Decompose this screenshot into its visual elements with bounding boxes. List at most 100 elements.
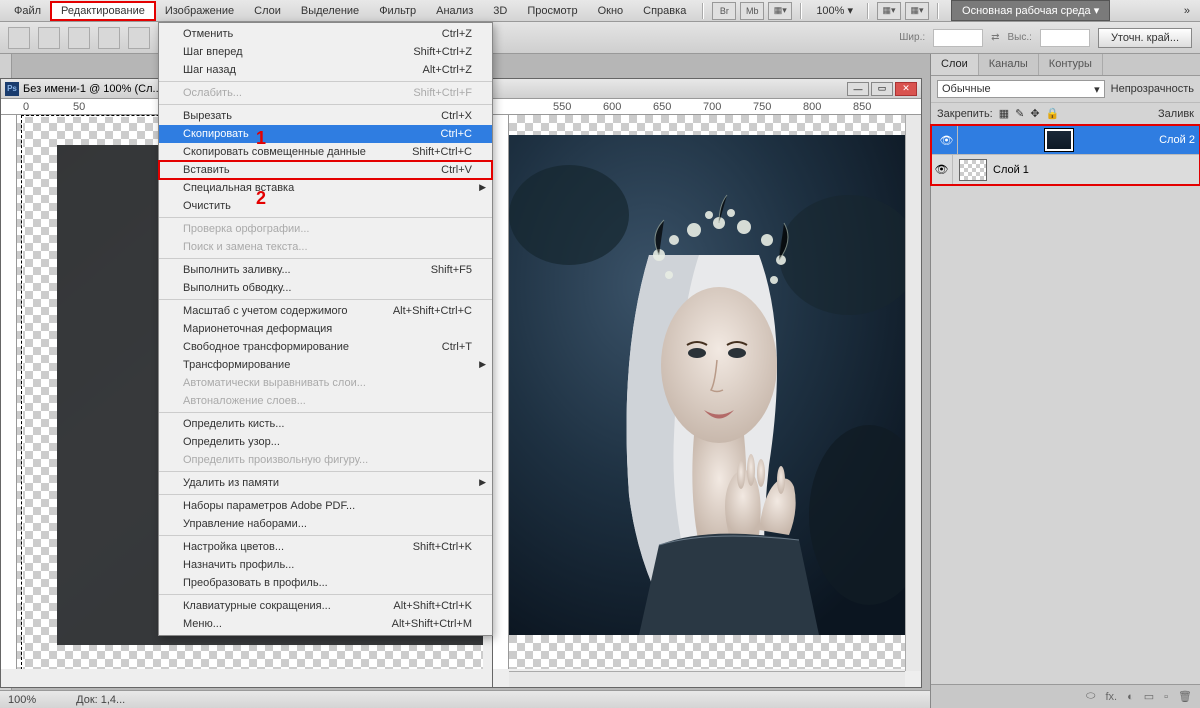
- menu-item[interactable]: Очистить: [159, 197, 492, 215]
- height-label: Выс.:: [1008, 32, 1032, 43]
- width-label: Шир.:: [899, 32, 925, 43]
- menu-view[interactable]: Просмотр: [517, 2, 587, 20]
- width-field[interactable]: [933, 29, 983, 47]
- tab-channels[interactable]: Каналы: [979, 54, 1039, 75]
- layer-list: 👁 Слой 2 👁 Слой 1: [931, 125, 1200, 185]
- menu-item[interactable]: Трансформирование▶: [159, 356, 492, 374]
- lock-pixels-icon[interactable]: ✎: [1015, 107, 1024, 120]
- minibridge-icon[interactable]: Mb: [740, 2, 764, 20]
- menu-item[interactable]: Выполнить обводку...: [159, 279, 492, 297]
- visibility-icon[interactable]: 👁: [931, 155, 953, 184]
- close-button[interactable]: ✕: [895, 82, 917, 96]
- layer-fx-icon[interactable]: fx.: [1105, 691, 1117, 703]
- layer-row[interactable]: 👁 Слой 2: [931, 125, 1200, 155]
- lock-transparency-icon[interactable]: ▦: [999, 107, 1009, 120]
- menu-item[interactable]: Управление наборами...: [159, 515, 492, 533]
- layer-thumbnail[interactable]: [1045, 129, 1073, 151]
- menu-item[interactable]: Скопировать совмещенные данныеShift+Ctrl…: [159, 143, 492, 161]
- new-layer-icon[interactable]: ▫: [1164, 691, 1168, 703]
- layer-name[interactable]: Слой 1: [993, 164, 1029, 176]
- canvas[interactable]: [509, 115, 905, 669]
- menu-item[interactable]: Определить узор...: [159, 433, 492, 451]
- menu-3d[interactable]: 3D: [483, 2, 517, 20]
- menu-edit[interactable]: Редактирование: [51, 2, 155, 20]
- menu-item: Ослабить...Shift+Ctrl+F: [159, 84, 492, 102]
- ruler-vertical: [493, 115, 509, 669]
- arrange-icon[interactable]: ▦▾: [877, 2, 901, 20]
- edit-menu-dropdown: ОтменитьCtrl+ZШаг впередShift+Ctrl+ZШаг …: [158, 22, 493, 636]
- menu-item[interactable]: Настройка цветов...Shift+Ctrl+K: [159, 538, 492, 556]
- minimize-button[interactable]: —: [847, 82, 869, 96]
- tab-layers[interactable]: Слои: [931, 54, 979, 75]
- marquee-intersect-icon[interactable]: [128, 27, 150, 49]
- layers-panel: Слои Каналы Контуры Обычные▾ Непрозрачно…: [930, 54, 1200, 708]
- height-field[interactable]: [1040, 29, 1090, 47]
- menu-item[interactable]: Масштаб с учетом содержимогоAlt+Shift+Ct…: [159, 302, 492, 320]
- menu-filter[interactable]: Фильтр: [369, 2, 426, 20]
- scrollbar-horizontal[interactable]: [509, 671, 905, 687]
- zoom-level[interactable]: 100% ▾: [816, 4, 853, 17]
- menu-item[interactable]: ОтменитьCtrl+Z: [159, 25, 492, 43]
- main-menubar: Файл Редактирование Изображение Слои Выд…: [0, 0, 1200, 22]
- menu-help[interactable]: Справка: [633, 2, 696, 20]
- menu-select[interactable]: Выделение: [291, 2, 369, 20]
- menu-item[interactable]: СкопироватьCtrl+C: [159, 125, 492, 143]
- swap-icon[interactable]: ⇄: [991, 32, 999, 43]
- tool-preset-icon[interactable]: [8, 27, 30, 49]
- blend-mode-select[interactable]: Обычные▾: [937, 80, 1105, 98]
- adjustment-layer-icon[interactable]: ▭: [1144, 690, 1154, 703]
- separator: [800, 3, 802, 19]
- maximize-button[interactable]: ▭: [871, 82, 893, 96]
- menu-item[interactable]: Выполнить заливку...Shift+F5: [159, 261, 492, 279]
- menu-window[interactable]: Окно: [588, 2, 634, 20]
- lock-all-icon[interactable]: 🔒: [1046, 107, 1060, 120]
- delete-layer-icon[interactable]: 🗑: [1178, 690, 1192, 703]
- workspace-switcher[interactable]: Основная рабочая среда ▾: [951, 0, 1110, 21]
- menu-item: Проверка орфографии...: [159, 220, 492, 238]
- layer-thumbnail[interactable]: [959, 159, 987, 181]
- menu-image[interactable]: Изображение: [155, 2, 244, 20]
- lock-label: Закрепить:: [937, 108, 993, 120]
- bridge-icon[interactable]: Br: [712, 2, 736, 20]
- menu-item: Определить произвольную фигуру...: [159, 451, 492, 469]
- menu-item[interactable]: ВырезатьCtrl+X: [159, 107, 492, 125]
- menu-item[interactable]: Назначить профиль...: [159, 556, 492, 574]
- menu-item[interactable]: Наборы параметров Adobe PDF...: [159, 497, 492, 515]
- marquee-sub-icon[interactable]: [98, 27, 120, 49]
- menu-item[interactable]: Определить кисть...: [159, 415, 492, 433]
- menu-item[interactable]: Марионеточная деформация: [159, 320, 492, 338]
- menu-item[interactable]: Удалить из памяти▶: [159, 474, 492, 492]
- scrollbar-vertical[interactable]: [905, 115, 921, 671]
- menu-item[interactable]: Преобразовать в профиль...: [159, 574, 492, 592]
- menu-analysis[interactable]: Анализ: [426, 2, 483, 20]
- visibility-icon[interactable]: 👁: [936, 126, 958, 154]
- screen-mode-icon[interactable]: ▦▾: [768, 2, 792, 20]
- ruler-vertical: [1, 115, 17, 669]
- menu-item[interactable]: Свободное трансформированиеCtrl+T: [159, 338, 492, 356]
- refine-edge-button[interactable]: Уточн. край...: [1098, 28, 1192, 48]
- photo-content: [509, 135, 905, 635]
- menu-item[interactable]: Шаг назадAlt+Ctrl+Z: [159, 61, 492, 79]
- screen-icon[interactable]: ▦▾: [905, 2, 929, 20]
- layer-row[interactable]: 👁 Слой 1: [931, 155, 1200, 185]
- menu-item[interactable]: Клавиатурные сокращения...Alt+Shift+Ctrl…: [159, 597, 492, 615]
- lock-position-icon[interactable]: ✥: [1030, 107, 1039, 120]
- layer-mask-icon[interactable]: ◐: [1127, 691, 1134, 703]
- marquee-new-icon[interactable]: [38, 27, 60, 49]
- menu-item: Поиск и замена текста...: [159, 238, 492, 256]
- link-layers-icon[interactable]: ⬭: [1086, 690, 1095, 703]
- marquee-add-icon[interactable]: [68, 27, 90, 49]
- fill-label: Заливк: [1158, 108, 1194, 120]
- layer-name[interactable]: Слой 2: [1159, 134, 1195, 146]
- status-zoom: 100%: [8, 694, 36, 706]
- annotation-marker-1: 1: [256, 128, 266, 149]
- menu-file[interactable]: Файл: [4, 2, 51, 20]
- status-doc-size: Док: 1,4...: [76, 694, 125, 706]
- menu-layers[interactable]: Слои: [244, 2, 291, 20]
- menu-item[interactable]: Специальная вставка▶: [159, 179, 492, 197]
- menu-item[interactable]: Шаг впередShift+Ctrl+Z: [159, 43, 492, 61]
- menu-item[interactable]: Меню...Alt+Shift+Ctrl+M: [159, 615, 492, 633]
- overflow-chevron[interactable]: »: [1178, 5, 1196, 17]
- tab-paths[interactable]: Контуры: [1039, 54, 1103, 75]
- menu-item[interactable]: ВставитьCtrl+V: [159, 161, 492, 179]
